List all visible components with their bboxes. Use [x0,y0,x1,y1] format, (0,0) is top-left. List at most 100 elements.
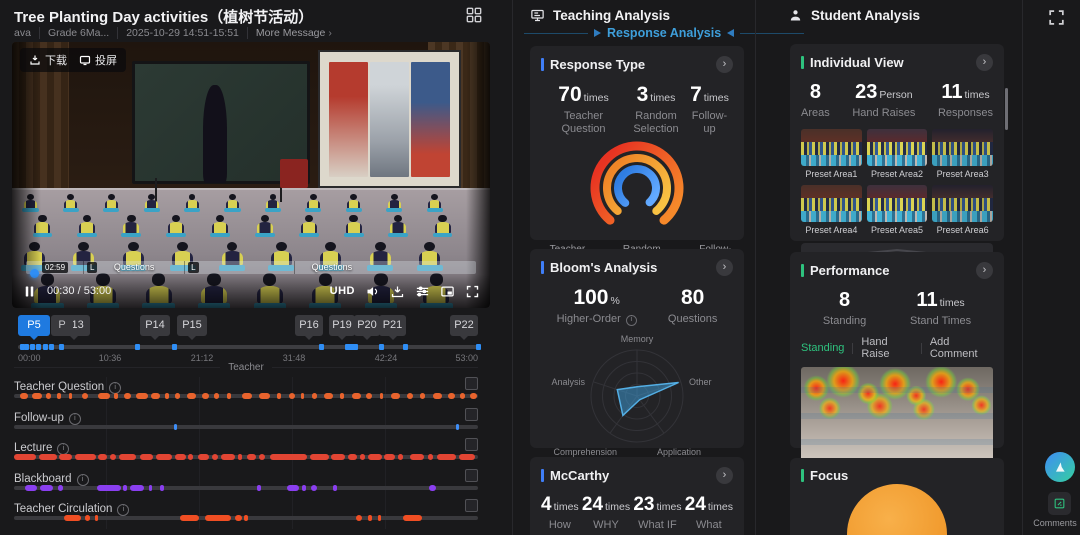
stat-teacher-question: 70 times Teacher Question [558,83,609,135]
chevron-right-icon[interactable]: › [976,54,993,71]
stat-hand-raises: 23 Person Hand Raises [852,81,916,119]
download-icon[interactable] [390,284,405,299]
track-bar-lecture[interactable] [14,454,478,460]
preset-area-1[interactable]: Preset Area1 [801,129,862,179]
preset-area-5[interactable]: Preset Area5 [866,185,928,235]
track-row-follow-up: Follow-up i [14,407,478,439]
chevron-right-icon[interactable]: › [976,262,993,279]
track-bar-teacher-question[interactable] [14,393,478,399]
video-player[interactable]: 下载 投屏 02:59 L L Questions Questions 00:3… [12,42,490,308]
tab-hand-raise[interactable]: Hand Raise [861,336,913,360]
track-checkbox-teacher-circulation[interactable] [465,499,478,512]
tab-add-comment[interactable]: Add Comment [930,336,993,360]
response-type-gauge [590,141,684,235]
teaching-analysis-title: Teaching Analysis [553,8,671,23]
page-button-p5[interactable]: P5 [18,315,50,340]
card-performance: Performance › 8 Standing 11 times Stand Time… [790,252,1004,473]
track-bar-follow-up[interactable] [14,423,478,430]
response-type-stats: 70 times Teacher Question 3 times Random Sele… [541,83,733,136]
meta-item: 2025-10-29 14:51-15:51 [117,27,247,39]
track-checkbox-blackboard[interactable] [465,468,478,482]
page-button-p16[interactable]: P16 [295,315,323,340]
student-analysis-icon [790,10,801,21]
performance-tabs: Standing Hand Raise Add Comment [801,336,993,360]
page-button-p20[interactable]: P20 [354,315,380,340]
card-individual-view: Individual View › 8 Areas 23 Person Hand Rai… [790,44,1004,265]
quality-button[interactable]: UHD [330,285,355,297]
track-checkbox-teacher-question[interactable] [465,377,478,390]
page-button-p19[interactable]: P19 [329,315,355,340]
preset-area-4[interactable]: Preset Area4 [801,185,862,235]
expand-fullscreen-icon[interactable] [1047,8,1066,27]
pip-icon[interactable] [440,284,455,299]
stat-areas: 8 Areas [801,81,830,119]
track-checkbox-follow-up[interactable] [465,407,478,421]
volume-icon[interactable] [365,284,380,299]
cast-icon [79,55,91,66]
page-button-p15[interactable]: P15 [177,315,207,340]
stat-how: 4 times How [541,494,579,531]
group-label-row: Teacher [14,362,479,373]
ai-assistant-button[interactable] [1045,452,1075,482]
preset-area-6[interactable]: Preset Area6 [932,185,993,235]
comments-button[interactable] [1048,492,1071,515]
chevron-right-icon[interactable]: › [716,56,733,73]
info-icon: i [68,412,81,425]
track-label: Follow-up [14,411,64,424]
student-analysis-header: Student Analysis [788,8,920,23]
seek-time-chip: 02:59 [42,262,69,273]
comments-label: Comments [1033,518,1077,528]
card-title: Individual View [810,55,904,70]
info-icon: i [76,473,89,486]
track-bar-blackboard[interactable] [14,484,478,491]
track-row-lecture: Lecture i [14,438,478,469]
video-controls: 00:30 / 53:00 UHD [12,274,490,308]
focus-gauge [847,484,947,535]
tab-standing[interactable]: Standing [801,342,844,354]
download-video-button[interactable]: 下载 [29,52,67,68]
preset-area-label: Preset Area5 [870,225,923,235]
tab-response-analysis[interactable]: Response Analysis [524,26,805,40]
individual-stats: 8 Areas 23 Person Hand Raises 11 times Response… [801,81,993,120]
preset-area-thumb [866,185,928,222]
card-response-type: Response Type › 70 times Teacher Question 3… [530,46,744,266]
bloom-stats: 100% Higher-Order i 80 Questions [541,286,733,326]
student-analysis-title: Student Analysis [811,8,921,23]
performance-stats: 8 Standing 11 times Stand Times [801,289,993,328]
page-button-p14[interactable]: P14 [140,315,170,340]
scrollbar-thumb[interactable] [1005,88,1008,130]
page-title: Tree Planting Day activities（植树节活动） [14,9,314,26]
preset-area-3[interactable]: Preset Area3 [932,129,993,179]
track-bar-teacher-circulation[interactable] [14,515,478,521]
stat-responses: 11 times Responses [937,81,993,119]
seek-marker-l1: L [86,262,98,273]
seek-marker-l2: L [188,262,199,273]
chevron-right-icon[interactable]: › [716,259,733,276]
svg-text:Other: Other [689,377,712,387]
page-button-p21[interactable]: P21 [379,315,406,340]
stat-what: 24 times What [684,494,733,531]
svg-text:Analysis: Analysis [551,377,585,387]
more-message-link[interactable]: More Message › [246,27,340,39]
app-root: Tree Planting Day activities（植树节活动） ava G… [0,0,1080,535]
cast-screen-button[interactable]: 投屏 [79,52,117,68]
pause-button[interactable] [22,284,37,299]
fullscreen-icon[interactable] [465,284,480,299]
track-checkbox-lecture[interactable] [465,438,478,451]
preset-area-2[interactable]: Preset Area2 [866,129,928,179]
track-label: Lecture [14,442,53,454]
info-icon: i [117,504,130,516]
stat-why: 24 times WHY [581,494,631,531]
grid-view-icon[interactable] [466,7,482,23]
chevron-right-icon[interactable]: › [716,467,733,484]
page-button-p22[interactable]: P22 [450,315,478,340]
preset-area-thumb [932,129,993,166]
preset-area-thumb [801,185,862,222]
seek-bar[interactable]: 02:59 L L Questions Questions [26,261,476,278]
stat-random-selection: 3 times Random Selection [633,83,679,135]
settings-sliders-icon[interactable] [415,284,430,299]
page-button-partial[interactable]: P [51,315,73,336]
card-title: McCarthy [550,468,610,483]
preset-area-label: Preset Area4 [805,225,858,235]
meta-item: ava [14,27,31,39]
